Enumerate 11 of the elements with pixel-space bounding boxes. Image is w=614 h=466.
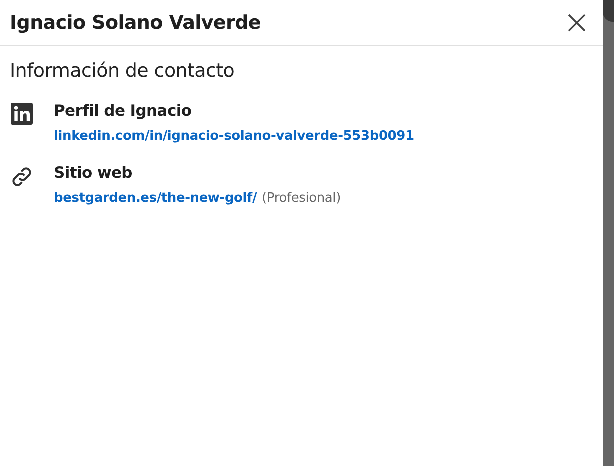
contact-link[interactable]: bestgarden.es/the-new-golf/ <box>54 191 258 206</box>
dialog-title: Ignacio Solano Valverde <box>10 12 261 34</box>
contact-label: Sitio web <box>54 164 134 182</box>
square-logo-icon <box>11 103 33 125</box>
section-title: Información de contacto <box>10 60 236 82</box>
contact-label: Perfil de Ignacio <box>54 102 193 120</box>
contact-link[interactable]: linkedin.com/in/ignacio-solano-valverde-553b0091 <box>54 129 414 144</box>
backdrop-header <box>603 0 614 22</box>
close-icon <box>568 14 586 32</box>
link-icon <box>10 165 34 189</box>
link-note: (Profesional) <box>262 191 341 206</box>
